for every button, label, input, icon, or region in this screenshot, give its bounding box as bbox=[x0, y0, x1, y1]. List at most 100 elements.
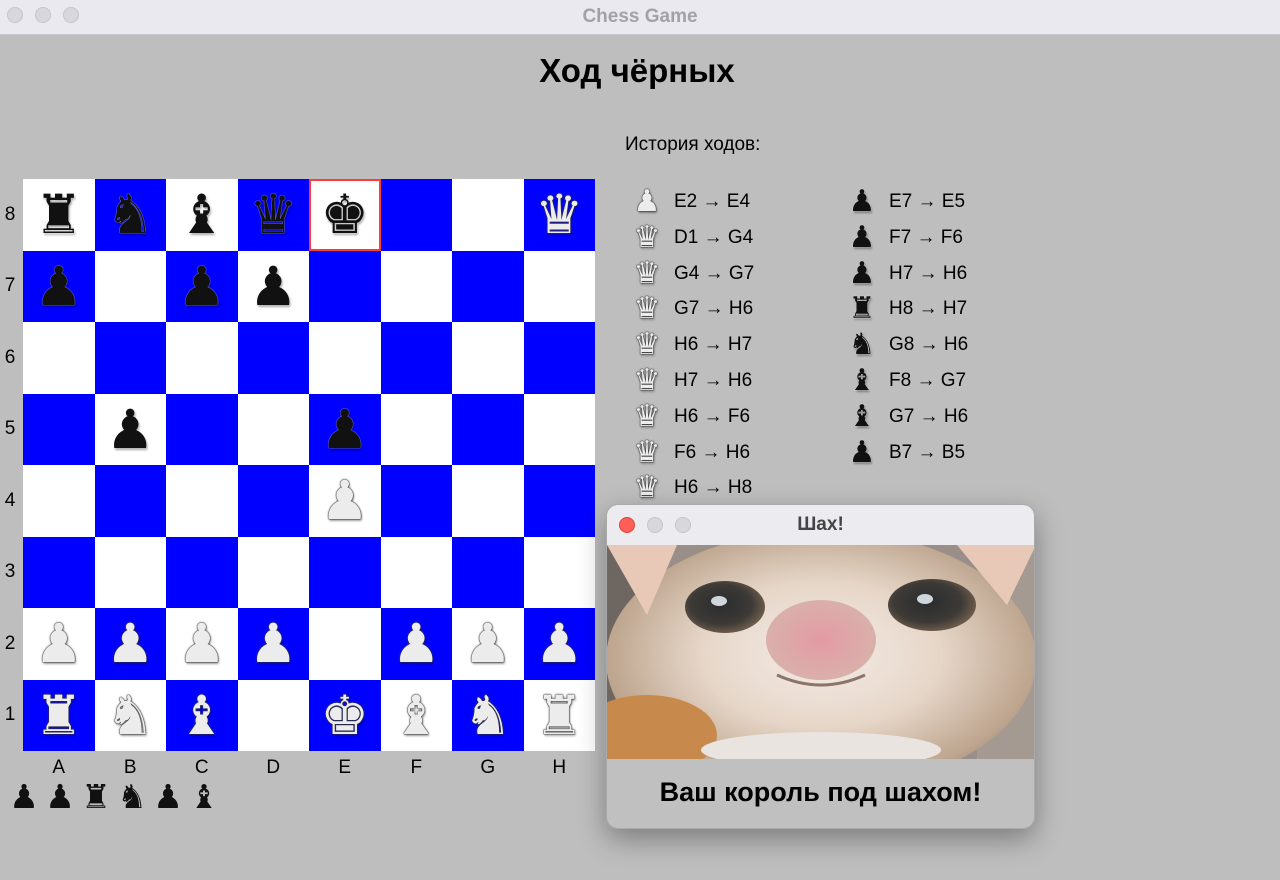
square-b3[interactable] bbox=[94, 536, 166, 608]
square-e6[interactable] bbox=[309, 322, 381, 394]
file-label: F bbox=[410, 757, 423, 778]
history-move-text: H7 → H6 bbox=[889, 262, 968, 284]
white-queen-icon: ♛ bbox=[633, 470, 661, 506]
square-a6[interactable] bbox=[23, 322, 95, 394]
square-g3[interactable] bbox=[452, 536, 524, 608]
white-queen-icon: ♛ bbox=[633, 434, 661, 470]
square-f5[interactable] bbox=[380, 393, 452, 465]
file-label: G bbox=[480, 757, 496, 778]
square-f3[interactable] bbox=[380, 536, 452, 608]
history-move-text: H8 → H7 bbox=[889, 298, 968, 320]
square-d1[interactable] bbox=[237, 679, 309, 751]
white-pawn-icon[interactable]: ♟ bbox=[238, 608, 310, 680]
square-a3[interactable] bbox=[23, 536, 95, 608]
black-pawn-icon[interactable]: ♟ bbox=[309, 394, 381, 466]
white-rook-icon[interactable]: ♜ bbox=[524, 680, 596, 752]
white-pawn-icon[interactable]: ♟ bbox=[166, 608, 238, 680]
file-label: A bbox=[52, 757, 66, 778]
black-rook-icon: ♜ bbox=[848, 291, 876, 327]
check-dialog-message: Ваш король под шахом! bbox=[659, 777, 982, 807]
black-pawn-icon: ♟ bbox=[848, 434, 876, 470]
black-queen-icon[interactable]: ♛ bbox=[238, 179, 310, 251]
rank-label: 2 bbox=[4, 632, 16, 654]
white-pawn-icon[interactable]: ♟ bbox=[95, 608, 167, 680]
white-pawn-icon[interactable]: ♟ bbox=[524, 608, 596, 680]
white-pawn-icon[interactable]: ♟ bbox=[23, 608, 95, 680]
square-f6[interactable] bbox=[380, 322, 452, 394]
square-f4[interactable] bbox=[380, 465, 452, 537]
rank-label: 3 bbox=[4, 561, 16, 583]
black-bishop-icon: ♝ bbox=[848, 398, 876, 434]
history-move-text: H7 → H6 bbox=[674, 370, 753, 391]
square-f8[interactable] bbox=[380, 179, 452, 251]
square-g8[interactable] bbox=[452, 179, 524, 251]
move-history-title: История ходов: bbox=[625, 134, 761, 155]
black-rook-icon[interactable]: ♜ bbox=[23, 179, 95, 251]
rank-label: 6 bbox=[4, 346, 16, 368]
black-pawn-icon: ♟ bbox=[848, 184, 876, 219]
rank-label: 1 bbox=[4, 704, 16, 726]
square-b6[interactable] bbox=[94, 322, 166, 394]
square-d3[interactable] bbox=[237, 536, 309, 608]
square-d6[interactable] bbox=[237, 322, 309, 394]
square-e7[interactable] bbox=[309, 250, 381, 322]
check-dialog-titlebar: Шах! bbox=[607, 505, 1034, 546]
captured-black-knight-icon: ♞ bbox=[117, 777, 147, 816]
square-b4[interactable] bbox=[94, 465, 166, 537]
square-h4[interactable] bbox=[523, 465, 595, 537]
square-h5[interactable] bbox=[523, 393, 595, 465]
white-knight-icon[interactable]: ♞ bbox=[95, 680, 167, 752]
square-g7[interactable] bbox=[452, 250, 524, 322]
square-c5[interactable] bbox=[166, 393, 238, 465]
black-pawn-icon[interactable]: ♟ bbox=[23, 251, 95, 323]
square-h3[interactable] bbox=[523, 536, 595, 608]
history-move-text: D1 → G4 bbox=[674, 226, 754, 248]
square-g4[interactable] bbox=[452, 465, 524, 537]
black-knight-icon[interactable]: ♞ bbox=[95, 179, 167, 251]
white-queen-icon: ♛ bbox=[633, 255, 661, 291]
file-label: B bbox=[123, 757, 137, 778]
black-pawn-icon[interactable]: ♟ bbox=[95, 394, 167, 466]
history-move-text: H6 → H7 bbox=[674, 334, 753, 356]
square-c4[interactable] bbox=[166, 465, 238, 537]
square-f7[interactable] bbox=[380, 250, 452, 322]
square-e3[interactable] bbox=[309, 536, 381, 608]
file-label: H bbox=[552, 757, 567, 778]
black-bishop-icon[interactable]: ♝ bbox=[166, 179, 238, 251]
square-c3[interactable] bbox=[166, 536, 238, 608]
black-pawn-icon[interactable]: ♟ bbox=[166, 251, 238, 323]
square-b7[interactable] bbox=[94, 250, 166, 322]
white-pawn-icon[interactable]: ♟ bbox=[381, 608, 453, 680]
white-rook-icon[interactable]: ♜ bbox=[23, 680, 95, 752]
square-g5[interactable] bbox=[452, 393, 524, 465]
cat-face-image bbox=[607, 545, 1034, 759]
black-pawn-icon: ♟ bbox=[848, 219, 876, 255]
white-queen-icon[interactable]: ♛ bbox=[524, 179, 596, 251]
captured-black-rook-icon: ♜ bbox=[81, 777, 111, 816]
white-pawn-icon[interactable]: ♟ bbox=[309, 465, 381, 537]
history-move-text: G7 → H6 bbox=[889, 405, 969, 427]
square-a4[interactable] bbox=[23, 465, 95, 537]
black-pawn-icon[interactable]: ♟ bbox=[238, 251, 310, 323]
square-g6[interactable] bbox=[452, 322, 524, 394]
square-a5[interactable] bbox=[23, 393, 95, 465]
square-d4[interactable] bbox=[237, 465, 309, 537]
captured-black-pawn-icon: ♟ bbox=[45, 777, 75, 816]
white-king-icon[interactable]: ♚ bbox=[309, 680, 381, 752]
white-pawn-icon[interactable]: ♟ bbox=[452, 608, 524, 680]
chess-board[interactable]: ♜ ♞ ♝ ♛ ♚ ♛ ♟ ♟ ♟ ♟ ♟ ♟ ♟ ♟ ♟ ♟ ♟ ♟ ♟ ♜ ♞ ♝ ♚ ♝ ♞ ♜ bbox=[23, 179, 595, 751]
white-knight-icon[interactable]: ♞ bbox=[452, 680, 524, 752]
history-move-text: B7 → B5 bbox=[889, 441, 966, 463]
square-d5[interactable] bbox=[237, 393, 309, 465]
square-c6[interactable] bbox=[166, 322, 238, 394]
file-label: E bbox=[338, 757, 352, 778]
white-bishop-icon[interactable]: ♝ bbox=[166, 680, 238, 752]
file-label: C bbox=[194, 757, 209, 778]
history-move-text: G8 → H6 bbox=[889, 334, 969, 356]
square-h7[interactable] bbox=[523, 250, 595, 322]
white-queen-icon: ♛ bbox=[633, 219, 661, 255]
square-e2[interactable] bbox=[309, 608, 381, 680]
white-bishop-icon[interactable]: ♝ bbox=[381, 680, 453, 752]
black-king-icon[interactable]: ♚ bbox=[309, 179, 381, 251]
square-h6[interactable] bbox=[523, 322, 595, 394]
